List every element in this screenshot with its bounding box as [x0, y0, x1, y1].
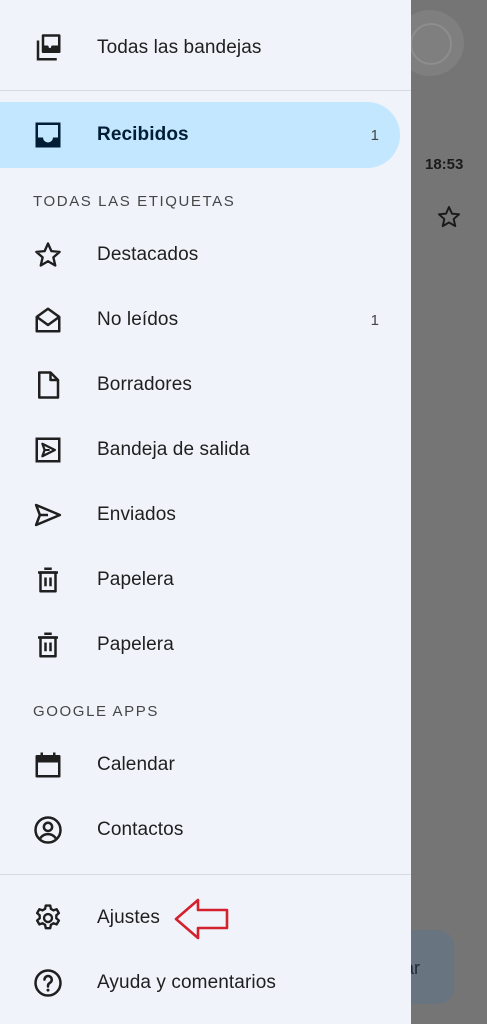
drawer-item-label: Recibidos: [97, 124, 189, 145]
section-title-labels: TODAS LAS ETIQUETAS: [33, 193, 236, 210]
unread-mail-icon: [33, 305, 63, 335]
draft-icon: [33, 370, 63, 400]
inbox-icon: [33, 120, 63, 150]
drawer-item-trash-2[interactable]: Papelera: [0, 613, 400, 677]
screen: 18:53 ar Todas las bandejas Recibidos 1 …: [0, 0, 487, 1024]
drawer-item-unread[interactable]: No leídos 1: [0, 288, 400, 352]
email-time: 18:53: [425, 156, 464, 173]
drawer-item-calendar[interactable]: Calendar: [0, 733, 400, 797]
drawer-item-label: Calendar: [97, 754, 175, 775]
drawer-item-contacts[interactable]: Contactos: [0, 798, 400, 862]
star-icon: [33, 240, 63, 270]
drawer-item-label: No leídos: [97, 309, 179, 330]
annotation-arrow-icon: [174, 898, 229, 940]
drawer-item-starred[interactable]: Destacados: [0, 223, 400, 287]
gear-icon: [33, 903, 63, 933]
send-icon: [33, 500, 63, 530]
contacts-icon: [33, 815, 63, 845]
drawer-item-label: Papelera: [97, 569, 174, 590]
drawer-item-label: Papelera: [97, 634, 174, 655]
all-inboxes-icon: [33, 33, 63, 63]
help-icon: [33, 968, 63, 998]
drawer-item-outbox[interactable]: Bandeja de salida: [0, 418, 400, 482]
drawer-item-label: Todas las bandejas: [97, 37, 262, 58]
drawer-item-label: Contactos: [97, 819, 184, 840]
drawer-item-sent[interactable]: Enviados: [0, 483, 400, 547]
divider: [0, 874, 411, 875]
trash-icon: [33, 565, 63, 595]
outbox-icon: [33, 435, 63, 465]
drawer-item-drafts[interactable]: Borradores: [0, 353, 400, 417]
drawer-item-help[interactable]: Ayuda y comentarios: [0, 951, 400, 1015]
drawer-item-label: Borradores: [97, 374, 192, 395]
drawer-item-label: Destacados: [97, 244, 199, 265]
calendar-icon: [33, 750, 63, 780]
unread-count: 1: [370, 126, 379, 144]
drawer-item-inbox[interactable]: Recibidos 1: [0, 102, 400, 168]
divider: [0, 90, 411, 91]
drawer-item-label: Enviados: [97, 504, 176, 525]
trash-icon: [33, 630, 63, 660]
drawer-item-label: Ajustes: [97, 907, 161, 928]
drawer-item-all-inboxes[interactable]: Todas las bandejas: [0, 16, 400, 80]
navigation-drawer: Todas las bandejas Recibidos 1 TODAS LAS…: [0, 0, 411, 1024]
drawer-item-label: Ayuda y comentarios: [97, 972, 276, 993]
unread-count: 1: [370, 311, 379, 329]
drawer-item-trash[interactable]: Papelera: [0, 548, 400, 612]
star-icon: [437, 206, 461, 228]
section-title-apps: GOOGLE APPS: [33, 703, 159, 720]
drawer-item-label: Bandeja de salida: [97, 439, 250, 460]
